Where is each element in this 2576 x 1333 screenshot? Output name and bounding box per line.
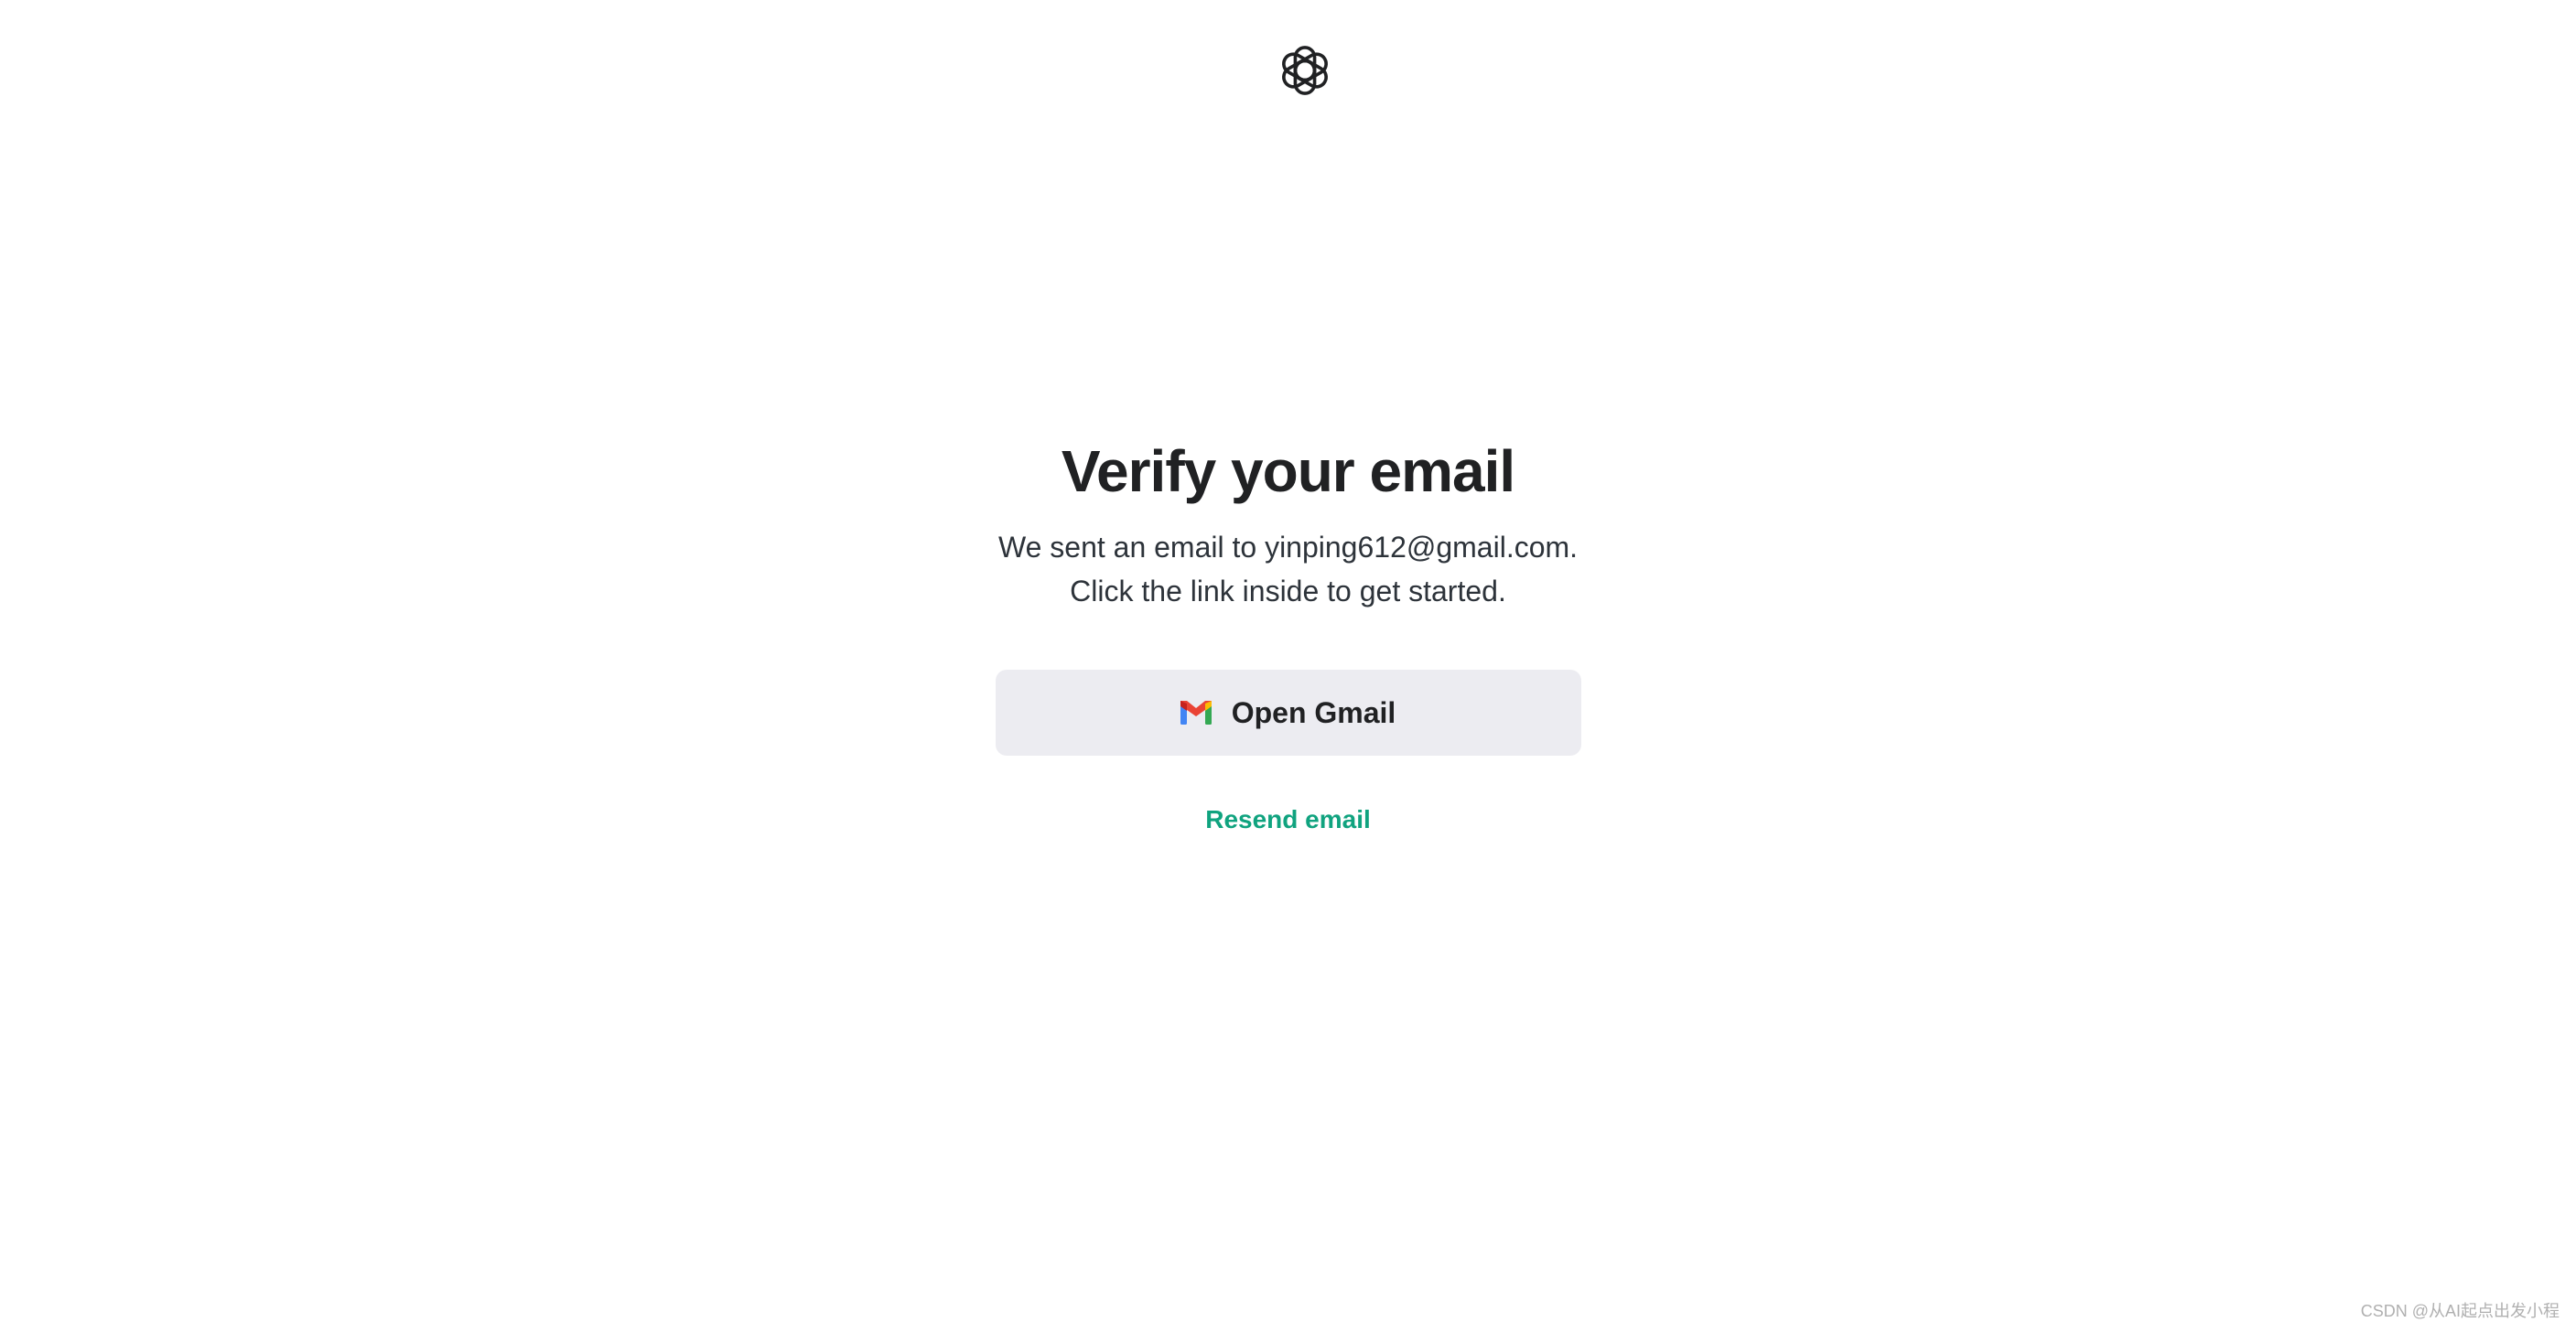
openai-logo-icon (1275, 40, 1335, 101)
verify-message-line-2: Click the link inside to get started. (1070, 575, 1506, 607)
watermark: CSDN @从AI起点出发小程 (2360, 1302, 2560, 1320)
verify-message-line-1: We sent an email to yinping612@gmail.com… (997, 531, 1579, 564)
open-gmail-button[interactable]: Open Gmail (995, 670, 1581, 756)
resend-email-link[interactable]: Resend email (1205, 805, 1371, 834)
verify-email-page: Verify your email We sent an email to yi… (0, 0, 2576, 1333)
gmail-icon (1180, 701, 1212, 725)
verify-message: We sent an email to yinping612@gmail.com… (998, 525, 1578, 613)
verify-content: Verify your email We sent an email to yi… (0, 430, 2576, 834)
open-gmail-label: Open Gmail (1231, 695, 1396, 729)
page-title: Verify your email (1061, 438, 1515, 504)
